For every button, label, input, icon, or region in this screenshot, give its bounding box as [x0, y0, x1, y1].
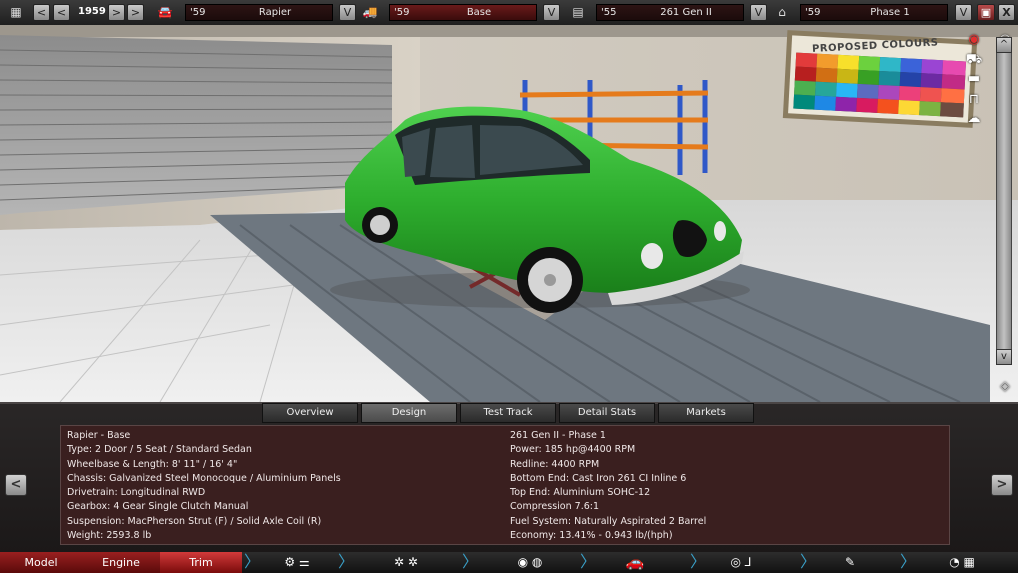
detail-line: Top End: Aluminium SOHC-12: [510, 487, 651, 499]
nav-separator-icon: 〉: [244, 552, 261, 571]
zoom-up-button[interactable]: ^: [996, 37, 1012, 53]
bottom-nav: Model Engine Trim 〉 ⚙ ⚌ 〉 ✲ ✲ 〉 ◉ ◍ 〉 🚗 …: [0, 552, 1018, 573]
detail-line: Chassis: Galvanized Steel Monocoque / Al…: [67, 472, 341, 484]
model-dropdown-button[interactable]: V: [339, 4, 356, 21]
car-top-view-icon[interactable]: ☁: [963, 110, 985, 128]
trim-selector[interactable]: '59 Base: [389, 4, 537, 21]
detail-line: Compression 7.6:1: [510, 501, 600, 513]
camera-icon[interactable]: ◉: [963, 31, 985, 49]
detail-line: Fuel System: Naturally Aspirated 2 Barre…: [510, 515, 707, 527]
tab-overview[interactable]: Overview: [262, 403, 358, 423]
car-viewport[interactable]: PROPOSED COLOURS: [0, 25, 1018, 402]
car-details-column: Rapier - Base Type: 2 Door / 5 Seat / St…: [67, 429, 341, 543]
car-model-icon: 🚘: [157, 5, 173, 19]
detail-line: Type: 2 Door / 5 Seat / Standard Sedan: [67, 444, 252, 456]
detail-line: Economy: 13.41% - 0.943 lb/(hph): [510, 530, 673, 542]
garage-scene: [0, 25, 1018, 402]
detail-line: Gearbox: 4 Gear Single Clutch Manual: [67, 501, 249, 513]
next-page-button[interactable]: >: [991, 474, 1013, 496]
detail-line: Suspension: MacPherson Strut (F) / Solid…: [67, 515, 322, 527]
car-side-view-icon[interactable]: ▬: [963, 70, 985, 88]
nav-separator-icon: 〉: [690, 552, 707, 571]
nav-separator-icon: 〉: [800, 552, 817, 571]
detail-line: Wheelbase & Length: 8' 11" / 16' 4": [67, 458, 238, 470]
variant-year: '59: [805, 7, 821, 18]
detail-line: Weight: 2593.8 lb: [67, 530, 152, 542]
zoom-scrollbar[interactable]: ^ v: [996, 37, 1012, 365]
trim-name: Base: [466, 7, 492, 18]
top-toolbar: ▦ < < 1959 > > 🚘 '59 Rapier V 🚚 '59 Base…: [0, 0, 1018, 26]
engine-name: 261 Gen II: [660, 7, 712, 18]
zoom-down-button[interactable]: v: [996, 349, 1012, 365]
design-summary-card: Rapier - Base Type: 2 Door / 5 Seat / St…: [60, 425, 950, 545]
tab-markets[interactable]: Markets: [658, 403, 754, 423]
nav-separator-icon: 〉: [338, 552, 355, 571]
engine-year: '55: [601, 7, 617, 18]
nav-wheels-icon[interactable]: ◉ ◍: [480, 552, 580, 573]
view-toggle-icon[interactable]: ◈: [994, 378, 1016, 396]
nav-engine[interactable]: Engine: [82, 552, 160, 573]
car-rear-view-icon[interactable]: ⊓: [963, 91, 985, 109]
close-button[interactable]: X: [998, 4, 1015, 21]
engine-selector[interactable]: '55 261 Gen II: [596, 4, 744, 21]
detail-line: Power: 185 hp@4400 RPM: [510, 444, 636, 456]
year-forward-button[interactable]: >: [108, 4, 125, 21]
calendar-icon[interactable]: ▦: [6, 4, 26, 21]
save-icon[interactable]: ▣: [977, 4, 995, 21]
car-front-view-icon[interactable]: ⛟: [963, 51, 985, 69]
previous-page-button[interactable]: <: [5, 474, 27, 496]
nav-interior-icon[interactable]: ◎ ⅃: [716, 552, 766, 573]
engine-variant-icon: ⌂: [778, 5, 786, 19]
model-year: '59: [190, 7, 206, 18]
nav-trim[interactable]: Trim: [160, 552, 242, 573]
model-name: Rapier: [258, 7, 292, 18]
trim-year: '59: [394, 7, 410, 18]
detail-line: Redline: 4400 RPM: [510, 458, 600, 470]
nav-suspension-icon[interactable]: ✲ ✲: [356, 552, 456, 573]
variant-selector[interactable]: '59 Phase 1: [800, 4, 948, 21]
tab-design[interactable]: Design: [361, 403, 457, 423]
year-forward-fast-button[interactable]: >: [127, 4, 144, 21]
detail-line: Rapier - Base: [67, 430, 131, 441]
nav-model[interactable]: Model: [0, 552, 82, 573]
trim-dropdown-button[interactable]: V: [543, 4, 560, 21]
engine-details-column: 261 Gen II - Phase 1 Power: 185 hp@4400 …: [510, 429, 706, 543]
engine-block-icon: ▤: [572, 5, 584, 19]
detail-line: Drivetrain: Longitudinal RWD: [67, 487, 206, 499]
nav-testing-icon[interactable]: ◔ ▦: [932, 552, 992, 573]
year-display: 1959: [78, 6, 106, 17]
nav-gearbox-icon[interactable]: ⚙ ⚌: [262, 552, 332, 573]
trim-icon: 🚚: [362, 5, 378, 19]
engine-dropdown-button[interactable]: V: [750, 4, 767, 21]
nav-body-design-icon[interactable]: 🚗: [592, 552, 678, 573]
nav-separator-icon: 〉: [462, 552, 479, 571]
variant-dropdown-button[interactable]: V: [955, 4, 972, 21]
variant-name: Phase 1: [870, 7, 910, 18]
detail-line: 261 Gen II - Phase 1: [510, 430, 606, 441]
detail-line: Bottom End: Cast Iron 261 CI Inline 6: [510, 472, 687, 484]
tab-detail-stats[interactable]: Detail Stats: [559, 403, 655, 423]
year-back-fast-button[interactable]: <: [33, 4, 50, 21]
tab-test-track[interactable]: Test Track: [460, 403, 556, 423]
model-selector[interactable]: '59 Rapier: [185, 4, 333, 21]
nav-safety-icon[interactable]: ✎: [830, 552, 870, 573]
year-back-button[interactable]: <: [53, 4, 70, 21]
nav-separator-icon: 〉: [900, 552, 917, 571]
